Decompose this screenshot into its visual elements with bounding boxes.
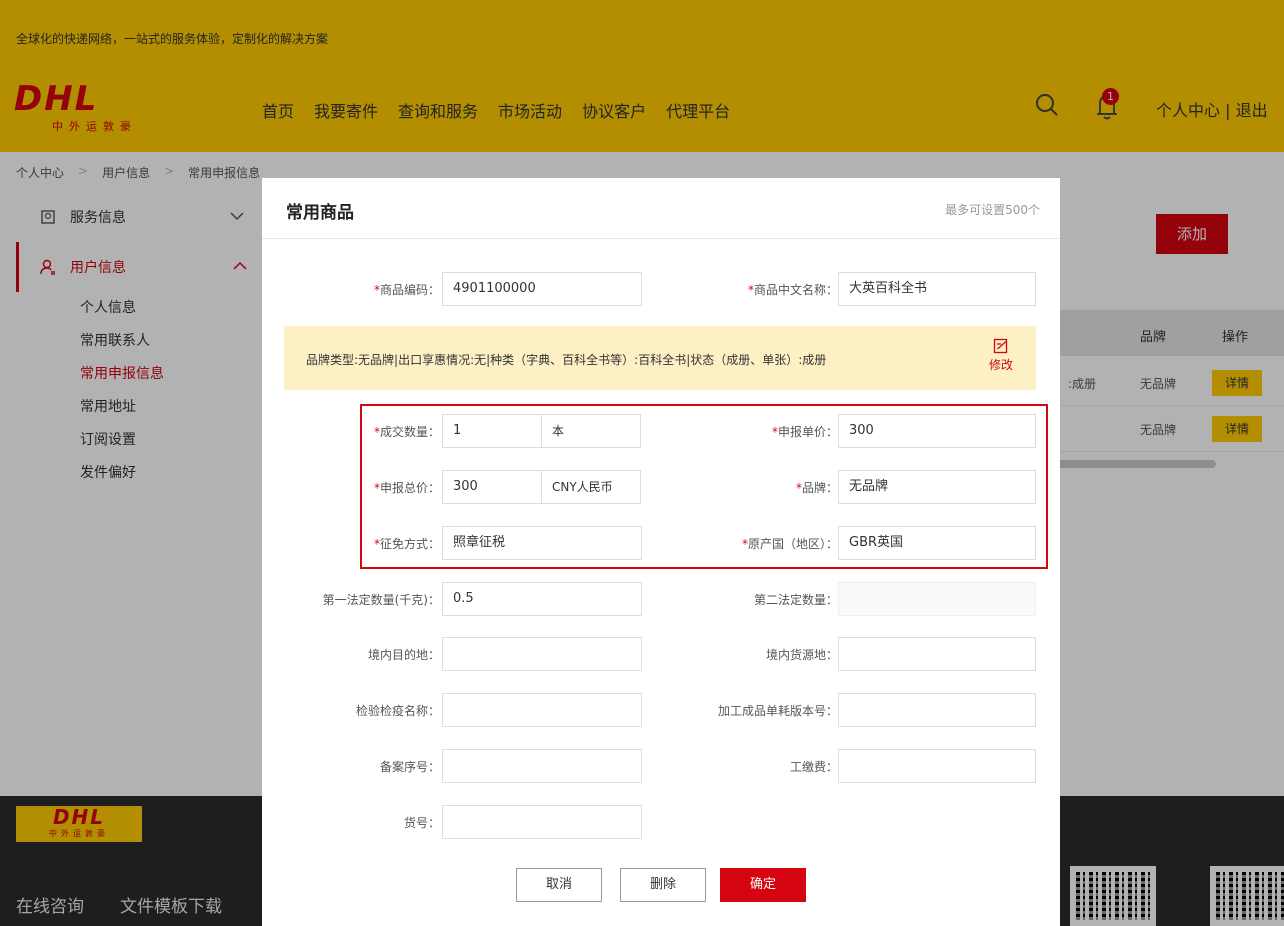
record-number-label: 备案序号：	[379, 760, 440, 774]
delete-button[interactable]: 删除	[620, 868, 706, 902]
tax-method-select[interactable]: 照章征税	[442, 526, 642, 560]
declaration-elements-text: 品牌类型:无品牌|出口享惠情况:无|种类（字典、百科全书等）:百科全书|状态（成…	[306, 353, 827, 367]
quantity-unit-select[interactable]: 本	[541, 414, 641, 448]
origin-country-label: *原产国（地区）：	[741, 537, 838, 551]
edit-icon	[993, 338, 1008, 354]
total-price-input[interactable]: 300	[442, 470, 542, 504]
commodity-code-input[interactable]: 4901100000	[442, 272, 642, 306]
domestic-destination-label: 境内目的地：	[367, 648, 440, 662]
first-legal-qty-label: 第一法定数量(千克)：	[322, 593, 440, 607]
total-price-label: *申报总价：	[373, 481, 440, 495]
edit-label: 修改	[988, 358, 1013, 372]
quantity-label: *成交数量：	[373, 425, 440, 439]
confirm-button[interactable]: 确定	[720, 868, 806, 902]
edit-button[interactable]: 修改	[986, 338, 1016, 373]
brand-label: *品牌：	[795, 481, 838, 495]
labor-fee-label: 工缴费：	[789, 760, 838, 774]
commodity-modal: 常用商品 最多可设置500个 *商品编码： 4901100000 *商品中文名称…	[262, 178, 1060, 926]
item-number-input[interactable]	[442, 805, 642, 839]
brand-input[interactable]: 无品牌	[838, 470, 1036, 504]
processing-version-label: 加工成品单耗版本号：	[717, 704, 838, 718]
chinese-name-label: *商品中文名称：	[747, 283, 838, 297]
domestic-destination-input[interactable]	[442, 637, 642, 671]
item-number-label: 货号：	[403, 816, 440, 830]
second-legal-qty-label: 第二法定数量：	[753, 593, 838, 607]
cancel-button[interactable]: 取消	[516, 868, 602, 902]
currency-select[interactable]: CNY人民币	[541, 470, 641, 504]
processing-version-input[interactable]	[838, 693, 1036, 727]
inspection-name-input[interactable]	[442, 693, 642, 727]
quantity-input[interactable]: 1	[442, 414, 542, 448]
unit-price-input[interactable]: 300	[838, 414, 1036, 448]
unit-price-label: *申报单价：	[771, 425, 838, 439]
first-legal-qty-input[interactable]: 0.5	[442, 582, 642, 616]
record-number-input[interactable]	[442, 749, 642, 783]
second-legal-qty-input[interactable]	[838, 582, 1036, 616]
declaration-elements-bar: 品牌类型:无品牌|出口享惠情况:无|种类（字典、百科全书等）:百科全书|状态（成…	[284, 326, 1036, 390]
inspection-name-label: 检验检疫名称：	[355, 704, 440, 718]
chinese-name-input[interactable]: 大英百科全书	[838, 272, 1036, 306]
modal-title: 常用商品	[286, 203, 354, 223]
origin-country-select[interactable]: GBR英国	[838, 526, 1036, 560]
modal-limit-hint: 最多可设置500个	[945, 203, 1040, 217]
labor-fee-input[interactable]	[838, 749, 1036, 783]
tax-method-label: *征免方式：	[373, 537, 440, 551]
divider	[262, 238, 1060, 239]
commodity-code-label: *商品编码：	[373, 283, 440, 297]
domestic-source-label: 境内货源地：	[765, 648, 838, 662]
domestic-source-input[interactable]	[838, 637, 1036, 671]
